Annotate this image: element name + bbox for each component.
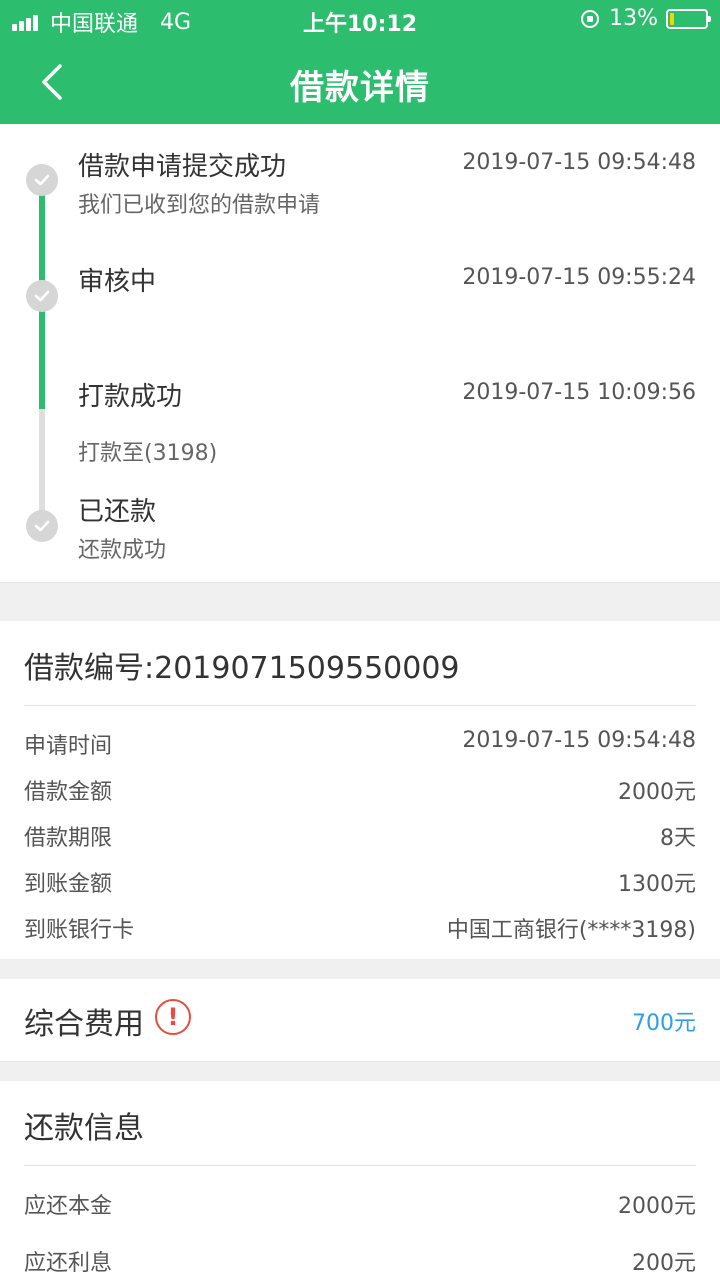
- fees-label: 综合费用: [24, 1007, 144, 1042]
- detail-label: 借款金额: [24, 780, 113, 805]
- detail-value: 中国工商银行(****3198): [446, 918, 696, 943]
- loan-number: 借款编号:2019071509550009: [24, 651, 460, 686]
- repay-value: 200元: [632, 1251, 696, 1276]
- detail-label: 到账银行卡: [24, 918, 135, 943]
- step-subtitle: 还款成功: [78, 538, 167, 563]
- battery-fill: [670, 12, 674, 25]
- check-circle-icon: [26, 280, 58, 312]
- check-circle-icon: [26, 164, 58, 196]
- check-circle-icon: [26, 510, 58, 542]
- fees-row[interactable]: 综合费用 ! 700元: [0, 979, 720, 1062]
- step-subtitle: 我们已收到您的借款申请: [78, 193, 321, 218]
- loan-progress-timeline: 借款申请提交成功 2019-07-15 09:54:48 我们已收到您的借款申请…: [0, 124, 720, 583]
- step-title: 已还款: [78, 497, 157, 527]
- page-title: 借款详情: [290, 68, 430, 108]
- repayment-title: 还款信息: [24, 1111, 144, 1146]
- detail-value: 2000元: [618, 780, 696, 805]
- rotation-lock-icon: [581, 9, 600, 28]
- status-bar: 中国联通 4G 上午10:12 13%: [0, 0, 720, 40]
- battery-percent: 13%: [609, 6, 658, 31]
- detail-label: 申请时间: [24, 734, 113, 759]
- status-right: 13%: [581, 6, 711, 31]
- battery-icon: [666, 8, 711, 29]
- step-title: 审核中: [78, 267, 157, 297]
- detail-value: 8天: [660, 826, 696, 851]
- app-header: 中国联通 4G 上午10:12 13% 借款详情: [0, 0, 720, 124]
- divider: [24, 1165, 696, 1166]
- repayment-card: 还款信息 应还本金 2000元 应还利息 200元: [0, 1081, 720, 1280]
- detail-value: 2019-07-15 09:54:48: [462, 728, 696, 753]
- divider: [24, 705, 696, 706]
- detail-label: 到账金额: [24, 872, 113, 897]
- repay-label: 应还本金: [24, 1194, 113, 1219]
- step-title: 借款申请提交成功: [78, 152, 287, 182]
- repay-value: 2000元: [618, 1194, 696, 1219]
- fees-value: 700元: [632, 1011, 696, 1036]
- loan-details-card: 借款编号:2019071509550009 申请时间 2019-07-15 09…: [0, 621, 720, 959]
- alert-icon[interactable]: !: [155, 999, 191, 1035]
- nav-bar: 借款详情: [0, 40, 720, 124]
- step-subtitle: 打款至(3198): [78, 441, 218, 466]
- detail-label: 借款期限: [24, 826, 113, 851]
- step-time: 2019-07-15 10:09:56: [462, 380, 696, 405]
- step-title: 打款成功: [78, 382, 183, 412]
- repay-label: 应还利息: [24, 1251, 113, 1276]
- detail-value: 1300元: [618, 872, 696, 897]
- step-time: 2019-07-15 09:55:24: [462, 265, 696, 290]
- step-time: 2019-07-15 09:54:48: [462, 150, 696, 175]
